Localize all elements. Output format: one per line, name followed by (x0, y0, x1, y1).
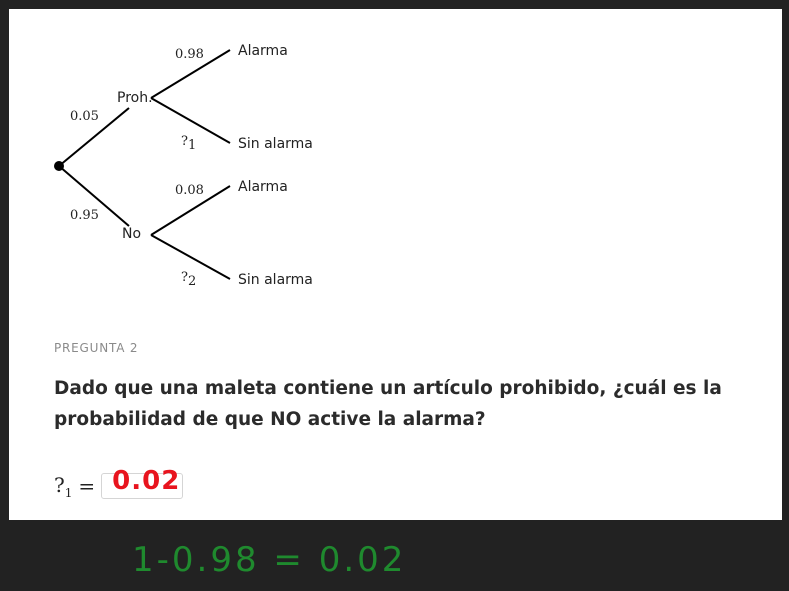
question-card: 0.05 0.95 Proh. No 0.98 ?1 Alarma Sin al… (9, 9, 782, 520)
leaf-label-no-sin-alarma: Sin alarma (238, 272, 313, 288)
leaf-label-no-alarma: Alarma (238, 179, 288, 195)
handwritten-scratch-note: 1-0.98 = 0.02 (132, 540, 407, 580)
prob-no-alarma: 0.08 (175, 183, 204, 198)
handwritten-answer: 0.02 (112, 466, 181, 496)
question-number: PREGUNTA 2 (54, 341, 139, 355)
leaf-label-proh-alarma: Alarma (238, 43, 288, 59)
probability-tree: 0.05 0.95 Proh. No 0.98 ?1 Alarma Sin al… (54, 43, 313, 289)
branch-no-sin-alarma (150, 234, 231, 280)
equals-sign: = (78, 474, 96, 498)
prob-no: 0.95 (70, 208, 99, 223)
question-text: Dado que una maleta contiene un artículo… (54, 378, 722, 430)
answer-variable: ?1 (54, 472, 73, 500)
answer-row: ?1 = 0.02 (54, 466, 184, 500)
branch-proh-sin-alarma (150, 97, 231, 144)
prob-proh-sin-alarma: ?1 (181, 134, 196, 153)
prob-proh: 0.05 (70, 109, 99, 124)
answer-input[interactable]: 0.02 (101, 466, 184, 499)
prob-proh-alarma: 0.98 (175, 47, 204, 62)
leaf-label-proh-sin-alarma: Sin alarma (238, 136, 313, 152)
node-label-no: No (122, 226, 141, 242)
top-bar (0, 0, 789, 9)
node-label-proh: Proh. (117, 90, 153, 106)
prob-no-sin-alarma: ?2 (181, 270, 196, 289)
